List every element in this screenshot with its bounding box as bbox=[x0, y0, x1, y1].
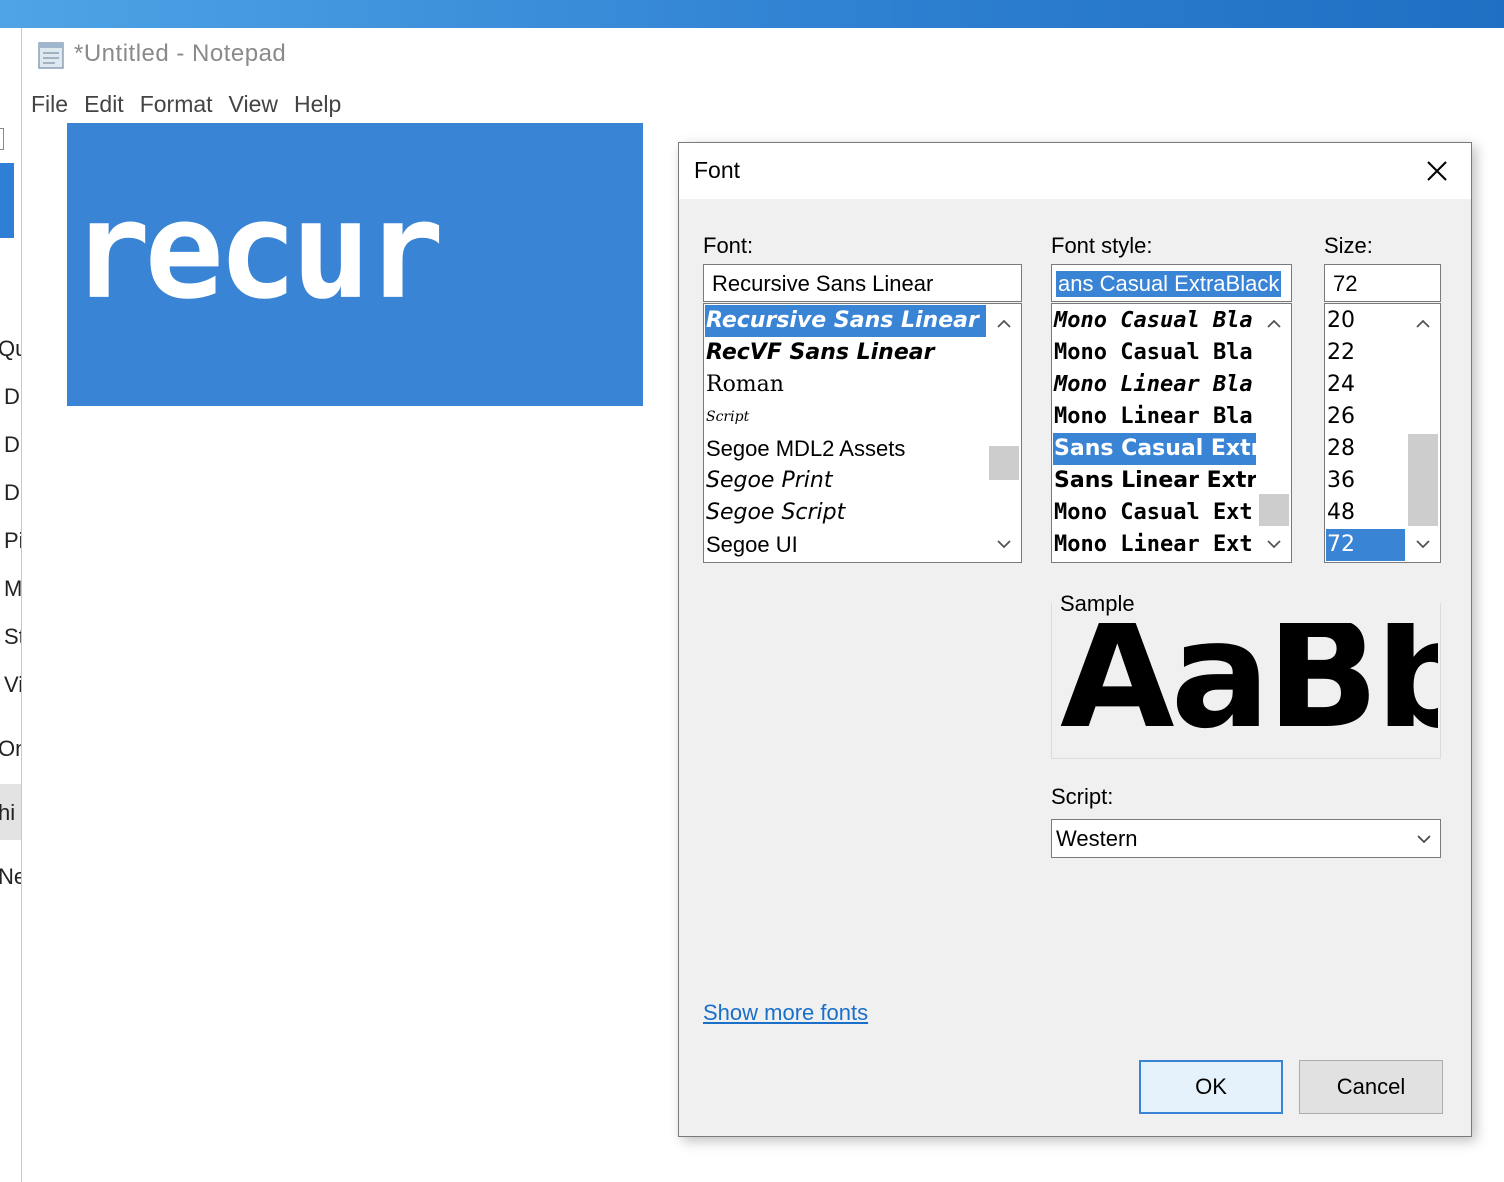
font-list-item[interactable]: Segoe Script bbox=[705, 497, 986, 529]
style-list-item[interactable]: Mono Casual Ext bbox=[1053, 497, 1256, 529]
size-list-scroll-thumb[interactable] bbox=[1408, 434, 1438, 526]
font-list-scrollbar[interactable] bbox=[987, 304, 1021, 562]
style-list-scrollbar[interactable] bbox=[1257, 304, 1291, 562]
background-explorer-item: hi bbox=[0, 800, 16, 825]
chevron-down-icon[interactable] bbox=[1415, 538, 1431, 550]
menu-view[interactable]: View bbox=[222, 91, 285, 118]
size-list-item[interactable]: 24 bbox=[1326, 369, 1405, 401]
menu-format[interactable]: Format bbox=[133, 91, 220, 118]
size-list-item[interactable]: 20 bbox=[1326, 305, 1405, 337]
font-size-input[interactable]: 72 bbox=[1324, 264, 1441, 302]
style-list-item[interactable]: Mono Linear Ext bbox=[1053, 529, 1256, 561]
style-list-item[interactable]: Mono Casual Bla bbox=[1053, 305, 1256, 337]
size-label: Size: bbox=[1324, 233, 1373, 258]
background-explorer-item: Vi bbox=[4, 672, 22, 697]
background-explorer-item: On bbox=[0, 736, 21, 762]
chevron-down-icon[interactable] bbox=[1266, 538, 1282, 550]
font-list-item[interactable]: Recursive Sans Linear bbox=[705, 305, 986, 337]
title-bar: *Untitled - Notepad bbox=[22, 28, 1504, 84]
font-name-list[interactable]: Segoe UI Segoe Script Segoe Print Segoe MDL… bbox=[703, 303, 1022, 563]
font-list-item[interactable]: Segoe MDL2 Assets bbox=[705, 433, 986, 465]
font-size-value: 72 bbox=[1333, 271, 1358, 296]
background-explorer-frame bbox=[0, 128, 4, 150]
chevron-down-icon[interactable] bbox=[1416, 833, 1432, 845]
chevron-up-icon[interactable] bbox=[1415, 318, 1431, 330]
background-explorer-window: QuiDDDPiMStViOnhiNet bbox=[0, 28, 22, 1182]
notepad-icon bbox=[38, 42, 64, 69]
font-style-value: ans Casual ExtraBlack bbox=[1056, 271, 1282, 297]
menu-help[interactable]: Help bbox=[287, 91, 348, 118]
font-style-input[interactable]: ans Casual ExtraBlack bbox=[1051, 264, 1292, 302]
font-label: Font: bbox=[703, 233, 754, 258]
background-explorer-accent bbox=[0, 163, 14, 238]
ok-button[interactable]: OK bbox=[1139, 1060, 1283, 1114]
script-dropdown[interactable]: Western bbox=[1051, 819, 1441, 858]
style-list-item[interactable]: Sans Linear Extra bbox=[1053, 465, 1256, 497]
style-list-scroll-thumb[interactable] bbox=[1259, 494, 1289, 526]
text-selection[interactable]: recur bbox=[67, 123, 643, 406]
style-list-item[interactable]: Mono Linear Bla bbox=[1053, 369, 1256, 401]
desktop-wallpaper bbox=[0, 0, 1504, 28]
font-style-label: Font style: bbox=[1051, 233, 1153, 258]
background-explorer-item: M bbox=[4, 576, 22, 601]
font-list-item[interactable]: Roman bbox=[705, 369, 986, 401]
font-list-item[interactable]: Script bbox=[705, 401, 986, 433]
style-list-item[interactable]: Mono Linear Bla bbox=[1053, 401, 1256, 433]
size-list-item[interactable]: 28 bbox=[1326, 433, 1405, 465]
background-explorer-item: Net bbox=[0, 864, 21, 890]
background-explorer-item: D bbox=[4, 432, 20, 457]
background-explorer-item: D bbox=[4, 480, 20, 505]
background-explorer-item: D bbox=[4, 384, 20, 409]
script-label: Script: bbox=[1051, 784, 1114, 809]
size-list-item[interactable]: 48 bbox=[1326, 497, 1405, 529]
size-list-item[interactable]: 36 bbox=[1326, 465, 1405, 497]
font-style-list[interactable]: Mono Linear Ext Mono Casual Ext Sans Linea… bbox=[1051, 303, 1292, 563]
background-explorer-item: Pi bbox=[4, 528, 22, 553]
font-list-scroll-thumb[interactable] bbox=[989, 446, 1019, 480]
show-more-fonts-link[interactable]: Show more fonts bbox=[703, 1000, 868, 1026]
chevron-up-icon[interactable] bbox=[996, 318, 1012, 330]
font-list-item[interactable]: Segoe Print bbox=[705, 465, 986, 497]
background-explorer-item: St bbox=[4, 624, 21, 649]
font-list-item[interactable]: Segoe UI bbox=[705, 529, 986, 561]
window-title: *Untitled - Notepad bbox=[74, 40, 287, 67]
editor-text: recur bbox=[71, 172, 444, 330]
menu-edit[interactable]: Edit bbox=[77, 91, 131, 118]
size-list-item[interactable]: 22 bbox=[1326, 337, 1405, 369]
font-size-list[interactable]: 72 48 36 28 26 24 22 20 bbox=[1324, 303, 1441, 563]
cancel-button[interactable]: Cancel bbox=[1299, 1060, 1443, 1114]
font-dialog: Font Font: Recursive Sans Linear Segoe U… bbox=[678, 142, 1472, 1137]
size-list-item[interactable]: 72 bbox=[1326, 529, 1405, 561]
script-value: Western bbox=[1056, 826, 1138, 851]
sample-preview: AaBb bbox=[1058, 623, 1438, 755]
menu-bar: File Edit Format View Help bbox=[22, 86, 348, 122]
chevron-up-icon[interactable] bbox=[1266, 318, 1282, 330]
font-name-value: Recursive Sans Linear bbox=[712, 271, 934, 296]
menu-file[interactable]: File bbox=[24, 91, 75, 118]
sample-group: AaBb bbox=[1051, 603, 1441, 759]
dialog-title: Font bbox=[694, 157, 741, 183]
style-list-item[interactable]: Mono Casual Bla bbox=[1053, 337, 1256, 369]
dialog-title-bar: Font bbox=[679, 143, 1471, 199]
size-list-item[interactable]: 26 bbox=[1326, 401, 1405, 433]
sample-text: AaBb bbox=[1060, 623, 1438, 755]
font-list-item[interactable]: RecVF Sans Linear bbox=[705, 337, 986, 369]
font-name-input[interactable]: Recursive Sans Linear bbox=[703, 264, 1022, 302]
sample-label: Sample bbox=[1058, 591, 1137, 617]
size-list-scrollbar[interactable] bbox=[1406, 304, 1440, 562]
style-list-item[interactable]: Sans Casual Extra bbox=[1053, 433, 1256, 465]
background-explorer-item: Qui bbox=[0, 336, 21, 362]
close-icon[interactable] bbox=[1421, 155, 1453, 187]
chevron-down-icon[interactable] bbox=[996, 538, 1012, 550]
